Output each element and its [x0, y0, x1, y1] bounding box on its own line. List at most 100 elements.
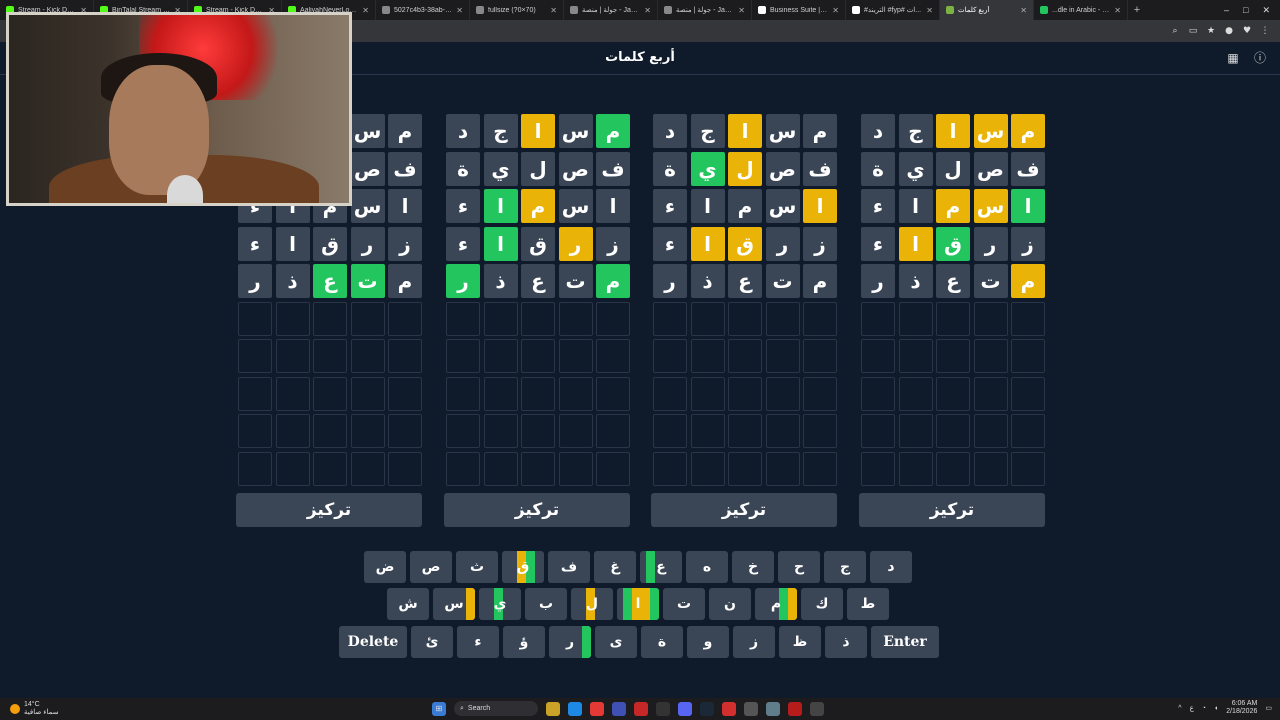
letter-key[interactable]: م: [755, 588, 797, 620]
discord-icon[interactable]: [678, 701, 692, 716]
letter-tile: ا: [803, 189, 837, 223]
tab-close-icon[interactable]: ✕: [362, 6, 369, 15]
tab-close-icon[interactable]: ✕: [1114, 6, 1121, 15]
minimize-button[interactable]: –: [1224, 5, 1229, 16]
letter-key[interactable]: ي: [479, 588, 521, 620]
file-explorer-icon[interactable]: [546, 701, 560, 716]
letter-key[interactable]: ة: [641, 626, 683, 658]
steam-icon[interactable]: [700, 701, 714, 716]
wifi-icon[interactable]: ◔: [1202, 705, 1206, 712]
letter-key[interactable]: ل: [571, 588, 613, 620]
delete-key[interactable]: Delete: [339, 626, 407, 658]
letter-key[interactable]: ز: [733, 626, 775, 658]
menu-icon[interactable]: ⋮: [1260, 26, 1270, 36]
tab-close-icon[interactable]: ✕: [1020, 6, 1027, 15]
cast-icon[interactable]: ▭: [1188, 26, 1198, 36]
letter-tile: ء: [446, 189, 480, 223]
taskbar-search[interactable]: ⌕ Search: [454, 701, 538, 716]
close-button[interactable]: ✕: [1262, 5, 1270, 16]
chevron-up-icon[interactable]: ^: [1178, 705, 1181, 712]
letter-key[interactable]: ى: [595, 626, 637, 658]
volume-icon[interactable]: ◖: [1214, 705, 1218, 712]
new-tab-button[interactable]: +: [1128, 4, 1146, 16]
letter-tile: م: [803, 264, 837, 298]
browser-tab[interactable]: جولة | منصة - Jawlah ✕: [564, 0, 658, 20]
app-icon[interactable]: [722, 701, 736, 716]
key-label: Delete: [347, 634, 399, 650]
letter-key[interactable]: ق: [502, 551, 544, 583]
letter-key[interactable]: ض: [364, 551, 406, 583]
letter-key[interactable]: ا: [617, 588, 659, 620]
app-icon[interactable]: [634, 701, 648, 716]
letter-key[interactable]: ت: [663, 588, 705, 620]
app-icon[interactable]: [744, 701, 758, 716]
letter-key[interactable]: د: [870, 551, 912, 583]
letter-key[interactable]: ج: [824, 551, 866, 583]
lang-indicator[interactable]: ع: [1190, 704, 1194, 712]
focus-board-button[interactable]: تركيز: [236, 492, 422, 527]
letter-key[interactable]: ص: [410, 551, 452, 583]
letter-key[interactable]: ب: [525, 588, 567, 620]
letter-key[interactable]: ئ: [411, 626, 453, 658]
letter-key[interactable]: ظ: [779, 626, 821, 658]
focus-board-button[interactable]: تركيز: [859, 492, 1045, 527]
focus-board-button[interactable]: تركيز: [651, 492, 837, 527]
letter-key[interactable]: و: [687, 626, 729, 658]
app-icon[interactable]: [612, 701, 626, 716]
extension-icon[interactable]: ♥: [1242, 26, 1252, 36]
focus-board-button[interactable]: تركيز: [444, 492, 630, 527]
info-icon[interactable]: ⓘ: [1253, 51, 1267, 65]
letter-key[interactable]: ح: [778, 551, 820, 583]
app-icon[interactable]: [810, 701, 824, 716]
empty-tile: [521, 451, 555, 486]
letter-key[interactable]: ن: [709, 588, 751, 620]
letter-key[interactable]: غ: [594, 551, 636, 583]
bookmark-star-icon[interactable]: ★: [1206, 26, 1216, 36]
app-icon[interactable]: [656, 701, 670, 716]
weather-widget[interactable]: 14°C سماء صافية: [10, 701, 59, 717]
tab-close-icon[interactable]: ✕: [644, 6, 651, 15]
letter-key[interactable]: ث: [456, 551, 498, 583]
letter-key[interactable]: س: [433, 588, 475, 620]
edge-icon[interactable]: [568, 701, 582, 716]
tab-close-icon[interactable]: ✕: [832, 6, 839, 15]
chrome-icon[interactable]: [590, 701, 604, 716]
windows-start-icon[interactable]: ⊞: [432, 701, 446, 716]
browser-tab[interactable]: Business Suite | TikTok ✕: [752, 0, 846, 20]
maximize-button[interactable]: □: [1243, 5, 1248, 16]
browser-tab[interactable]: 5027c4b3-38ab-4874-...✕: [376, 0, 470, 20]
tab-title: Business Suite | TikTok: [770, 6, 828, 14]
empty-tile: [558, 339, 593, 373]
letter-key[interactable]: ء: [457, 626, 499, 658]
tab-close-icon[interactable]: ✕: [550, 6, 557, 15]
browser-tab[interactable]: fullsize (?0×70) ✕: [470, 0, 564, 20]
letter-tile: م: [521, 189, 555, 223]
browser-tab[interactable]: أربع كلمات ✕: [940, 0, 1034, 20]
letter-key[interactable]: خ: [732, 551, 774, 583]
zoom-icon[interactable]: ⌕: [1170, 26, 1180, 36]
letter-key[interactable]: ذ: [825, 626, 867, 658]
letter-key[interactable]: ط: [847, 588, 889, 620]
enter-key[interactable]: Enter: [871, 626, 939, 658]
browser-tab[interactable]: #التريند #fyp# ات... ✕: [846, 0, 940, 20]
tab-close-icon[interactable]: ✕: [926, 6, 933, 15]
letter-key[interactable]: ش: [387, 588, 429, 620]
empty-tile: [313, 451, 347, 486]
tab-close-icon[interactable]: ✕: [456, 6, 463, 15]
letter-key[interactable]: ه: [686, 551, 728, 583]
letter-key[interactable]: ف: [548, 551, 590, 583]
clock[interactable]: 6:06 AM 2/18/2026: [1226, 700, 1257, 716]
notification-icon[interactable]: ▭: [1265, 704, 1272, 712]
app-icon[interactable]: [788, 701, 802, 716]
tab-close-icon[interactable]: ✕: [738, 6, 745, 15]
calendar-icon[interactable]: ▦: [1226, 51, 1240, 65]
browser-tab[interactable]: ...dle in Arabic - كلمات✕: [1034, 0, 1128, 20]
letter-key[interactable]: ك: [801, 588, 843, 620]
letter-key[interactable]: ر: [549, 626, 591, 658]
empty-tile: [596, 376, 630, 411]
browser-tab[interactable]: جولة | منصة - Jawlah ✕: [658, 0, 752, 20]
settings-icon[interactable]: [766, 701, 780, 716]
extension-icon[interactable]: ●: [1224, 26, 1234, 36]
letter-key[interactable]: ؤ: [503, 626, 545, 658]
letter-key[interactable]: ع: [640, 551, 682, 583]
